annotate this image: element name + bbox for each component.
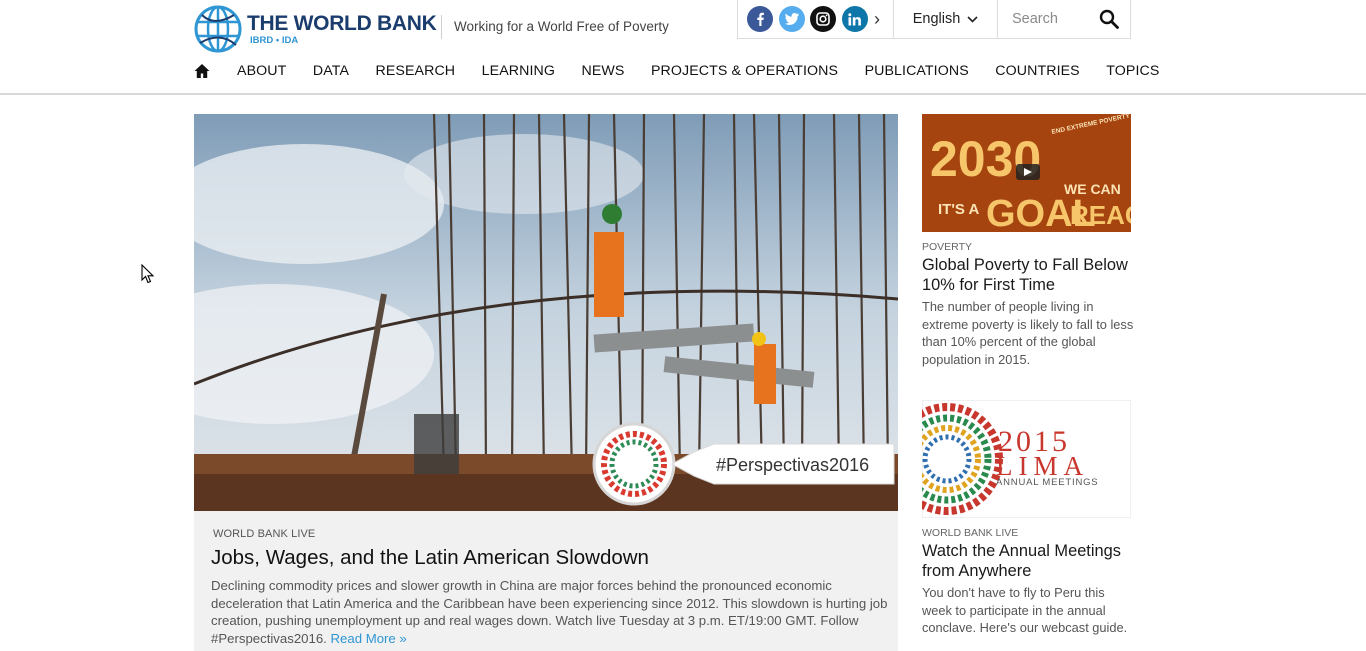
site-header: THE WORLD BANK IBRD • IDA Working for a … [0, 0, 1366, 95]
chevron-down-icon [967, 15, 978, 23]
sidebar-story-poverty: 2030 END EXTREME POVERTY SHARED PROSPERI… [922, 114, 1136, 368]
hero-image-construction-workers[interactable]: #Perspectivas2016 [194, 114, 898, 511]
facebook-icon[interactable] [747, 6, 773, 32]
globe-logo-icon [194, 5, 242, 53]
sidebar-kicker: POVERTY [922, 241, 972, 253]
featured-story: #Perspectivas2016 WORLD BANK LIVE Jobs, … [194, 114, 898, 651]
sidebar-description: The number of people living in extreme p… [922, 299, 1134, 367]
thumb-we-can: WE CAN [1064, 181, 1121, 197]
logo-text: THE WORLD BANK IBRD • IDA [247, 11, 437, 46]
featured-story-body: WORLD BANK LIVE Jobs, Wages, and the Lat… [194, 511, 898, 647]
language-label: English [912, 11, 961, 27]
sidebar-kicker: WORLD BANK LIVE [922, 527, 1019, 539]
nav-item-topics[interactable]: TOPICS [1106, 63, 1159, 79]
featured-description-text: Declining commodity prices and slower gr… [211, 578, 888, 646]
instagram-icon[interactable] [810, 6, 836, 32]
utility-bar: › English [737, 0, 1131, 39]
language-selector[interactable]: English [894, 0, 998, 38]
nav-item-data[interactable]: DATA [313, 63, 349, 79]
search-input[interactable] [1012, 11, 1092, 27]
sidebar-description: You don't have to fly to Peru this week … [922, 585, 1128, 636]
nav-item-learning[interactable]: LEARNING [482, 63, 555, 79]
thumbnail-2015-lima-annual-meetings[interactable]: 2015 LIMA ANNUAL MEETINGS [922, 400, 1131, 518]
nav-item-news[interactable]: NEWS [582, 63, 625, 79]
video-thumbnail-2030-goal[interactable]: 2030 END EXTREME POVERTY SHARED PROSPERI… [922, 114, 1131, 232]
search-box [998, 0, 1130, 38]
thumb-its-a: IT'S A [938, 201, 980, 218]
sidebar-story-annual-meetings: 2015 LIMA ANNUAL MEETINGS WORLD BANK LIV… [922, 400, 1136, 637]
social-links: › [738, 0, 894, 38]
play-icon[interactable] [1016, 164, 1040, 180]
featured-title[interactable]: Jobs, Wages, and the Latin American Slow… [211, 545, 881, 571]
sidebar-title[interactable]: Watch the Annual Meetings from Anywhere [922, 541, 1136, 581]
nav-item-research[interactable]: RESEARCH [376, 63, 456, 79]
featured-description: Declining commodity prices and slower gr… [211, 577, 889, 647]
nav-item-publications[interactable]: PUBLICATIONS [865, 63, 969, 79]
home-icon[interactable] [194, 63, 210, 79]
thumb-reach: REACH [1070, 200, 1131, 230]
featured-kicker: WORLD BANK LIVE [213, 528, 316, 540]
mouse-pointer-icon [141, 264, 155, 284]
thumb-event: ANNUAL MEETINGS [996, 477, 1098, 488]
read-more-link[interactable]: Read More » [331, 631, 407, 646]
hero-hashtag-text: #Perspectivas2016 [716, 455, 869, 475]
chevron-right-icon[interactable]: › [874, 9, 880, 30]
nav-item-about[interactable]: ABOUT [237, 63, 286, 79]
main-nav: ABOUT DATA RESEARCH LEARNING NEWS PROJEC… [194, 63, 1186, 79]
search-icon[interactable] [1099, 9, 1119, 29]
linkedin-icon[interactable] [841, 6, 868, 32]
logo-title: THE WORLD BANK [247, 11, 437, 35]
tagline: Working for a World Free of Poverty [441, 15, 669, 39]
nav-item-countries[interactable]: COUNTRIES [995, 63, 1079, 79]
logo-subtitle: IBRD • IDA [250, 34, 299, 46]
sidebar-title[interactable]: Global Poverty to Fall Below 10% for Fir… [922, 255, 1136, 295]
nav-item-projects-operations[interactable]: PROJECTS & OPERATIONS [651, 63, 838, 79]
twitter-icon[interactable] [778, 6, 805, 32]
world-bank-logo[interactable]: THE WORLD BANK IBRD • IDA [194, 5, 437, 53]
